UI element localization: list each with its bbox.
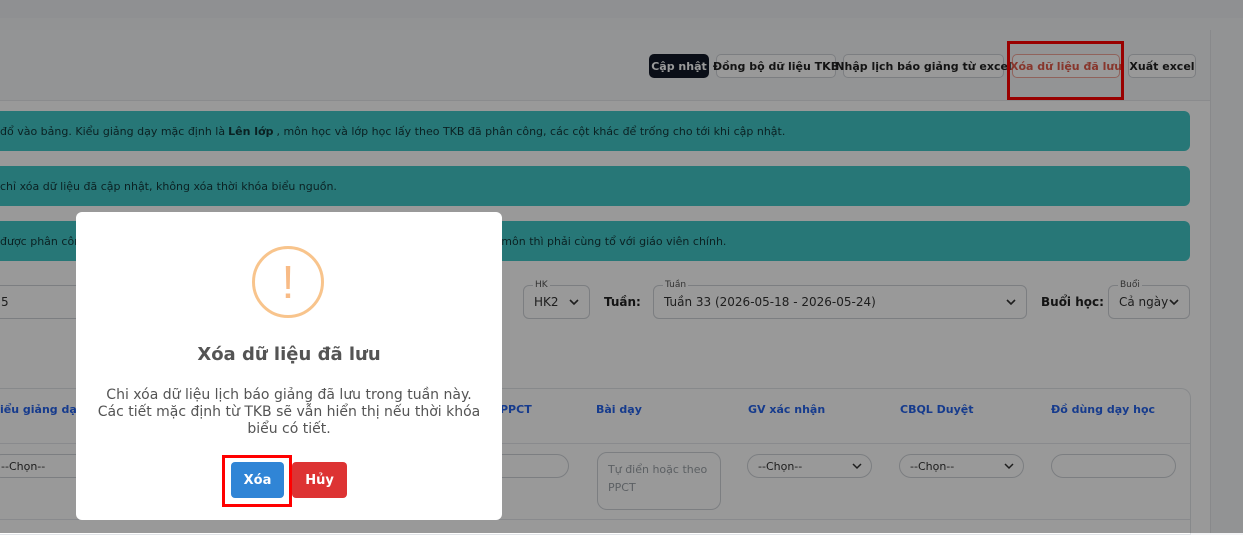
cancel-button[interactable]: Hủy (292, 462, 347, 498)
warning-glyph: ! (281, 256, 295, 308)
dialog-message: Chi xóa dữ liệu lịch báo giảng đã lưu tr… (97, 387, 481, 437)
warning-icon: ! (252, 246, 324, 318)
confirm-delete-button[interactable]: Xóa (231, 462, 284, 498)
dialog-title: Xóa dữ liệu đã lưu (197, 344, 381, 365)
confirm-delete-dialog: ! Xóa dữ liệu đã lưu Chi xóa dữ liệu lịc… (76, 212, 502, 520)
